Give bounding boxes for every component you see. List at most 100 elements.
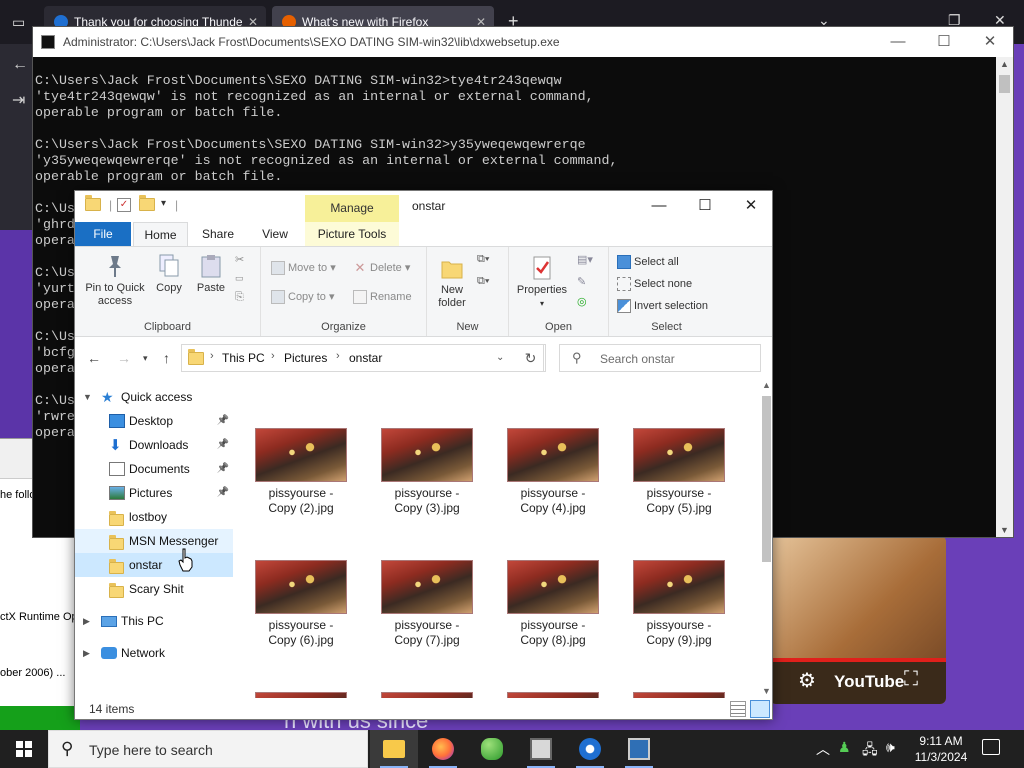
show-hidden-icons-chevron-icon[interactable]: ︿	[816, 739, 830, 759]
nav-this-pc[interactable]: ▶ This PC	[75, 609, 233, 633]
maximize-icon[interactable]: ☐	[921, 27, 967, 57]
select-all-button[interactable]: Select all	[617, 255, 679, 269]
minimize-icon[interactable]: —	[636, 191, 682, 221]
file-item[interactable]: pissyourse - Copy (6).jpg	[245, 560, 357, 648]
taskbar-search[interactable]: ⚲ Type here to search	[48, 730, 368, 768]
nav-item-onstar[interactable]: onstar	[75, 553, 233, 577]
nav-item-downloads[interactable]: ⬇ Downloads 📌	[75, 433, 233, 457]
cmd-titlebar[interactable]: Administrator: C:\Users\Jack Frost\Docum…	[33, 27, 1013, 57]
gear-icon[interactable]: ⚙	[798, 668, 816, 693]
manage-context-tab[interactable]: Manage	[305, 195, 399, 222]
rename-button[interactable]: Rename	[353, 290, 412, 304]
large-icons-view-icon[interactable]	[750, 700, 770, 718]
volume-icon[interactable]: 🕪	[886, 739, 895, 756]
network-tray-icon[interactable]: 🖧	[862, 739, 878, 763]
recent-locations-icon[interactable]: ▾	[143, 353, 148, 364]
tab-file[interactable]: File	[75, 222, 131, 246]
tab-home[interactable]: Home	[133, 222, 188, 246]
file-item[interactable]: pissyourse - Copy (8).jpg	[497, 560, 609, 648]
cut-icon[interactable]: ✂	[235, 253, 244, 266]
chevron-down-icon[interactable]: ▼	[83, 385, 92, 409]
taskbar-firefox[interactable]	[419, 730, 467, 768]
details-view-icon[interactable]	[730, 701, 746, 717]
file-item[interactable]: pissyourse - Copy (2).jpg	[245, 428, 357, 516]
cmd-scrollbar[interactable]: ▲ ▼	[996, 57, 1013, 537]
nav-network[interactable]: ▶ Network	[75, 641, 233, 665]
properties-button[interactable]: Properties ▾	[513, 255, 571, 310]
breadcrumb-onstar[interactable]: onstar	[349, 351, 382, 365]
back-arrow-icon[interactable]: ←	[12, 56, 28, 74]
nav-item-pictures[interactable]: Pictures 📌	[75, 481, 233, 505]
explorer-titlebar[interactable]: | ✓ ▾ | Manage onstar — ☐ ✕	[75, 191, 772, 222]
taskbar-setup-app[interactable]	[517, 730, 565, 768]
scrollbar-thumb[interactable]	[762, 396, 771, 562]
paste-shortcut-icon[interactable]: ⎘	[235, 291, 244, 304]
nav-item-scary-shit[interactable]: Scary Shit	[75, 577, 233, 601]
select-none-button[interactable]: Select none	[617, 277, 692, 291]
nav-item-documents[interactable]: Documents 📌	[75, 457, 233, 481]
close-icon[interactable]: ✕	[967, 27, 1013, 57]
pin-to-quick-access-button[interactable]: Pin to Quick access	[81, 253, 149, 308]
notifications-icon[interactable]	[982, 739, 1000, 755]
invert-selection-button[interactable]: Invert selection	[617, 299, 708, 313]
tab-picture-tools[interactable]: Picture Tools	[305, 222, 399, 246]
search-input[interactable]: ⚲ Search onstar	[559, 344, 761, 372]
open-icon[interactable]: ▤▾	[577, 253, 593, 266]
new-folder-qat-icon[interactable]	[139, 195, 155, 214]
tab-share[interactable]: Share	[192, 222, 244, 246]
address-dropdown-icon[interactable]: ⌄	[496, 352, 504, 363]
firefox-list-all-tabs-icon[interactable]: ▭	[12, 14, 25, 31]
file-item[interactable]: pissyourse - Copy (4).jpg	[497, 428, 609, 516]
nav-item-desktop[interactable]: Desktop 📌	[75, 409, 233, 433]
chevron-right-icon[interactable]: ›	[336, 350, 340, 362]
chevron-right-icon[interactable]: ▶	[83, 641, 90, 665]
msn-tray-icon[interactable]: ♟	[838, 739, 851, 756]
easy-access-icon[interactable]: ⧉▾	[477, 275, 489, 288]
content-scrollbar[interactable]: ▲ ▼	[759, 378, 772, 698]
start-button[interactable]	[0, 730, 48, 768]
file-item[interactable]: pissyourse - Copy (7).jpg	[371, 560, 483, 648]
file-item[interactable]: pissyourse - Copy (5).jpg	[623, 428, 735, 516]
scroll-up-icon[interactable]: ▲	[1000, 59, 1009, 69]
taskbar-cmd[interactable]	[615, 730, 663, 768]
copy-button[interactable]: Copy	[153, 253, 185, 295]
breadcrumb-this-pc[interactable]: This PC	[222, 351, 265, 365]
back-arrow-icon[interactable]: ←	[87, 350, 101, 366]
new-folder-button[interactable]: New folder	[431, 255, 473, 310]
nav-item-lostboy[interactable]: lostboy	[75, 505, 233, 529]
chevron-right-icon[interactable]: ›	[210, 350, 214, 362]
tab-view[interactable]: View	[251, 222, 299, 246]
system-clock[interactable]: 9:11 AM 11/3/2024	[910, 733, 972, 765]
forward-arrow-icon[interactable]: →	[117, 350, 131, 366]
move-to-button[interactable]: Move to ▾	[271, 261, 336, 276]
taskbar-thunderbird[interactable]	[566, 730, 614, 768]
scroll-down-icon[interactable]: ▼	[1000, 525, 1009, 535]
address-bar[interactable]: › This PC › Pictures › onstar ⌄	[181, 344, 544, 372]
scroll-up-icon[interactable]: ▲	[762, 380, 771, 390]
chevron-right-icon[interactable]: ▶	[83, 609, 90, 633]
refresh-icon[interactable]: ↻	[516, 344, 546, 372]
customize-qat-icon[interactable]: ▾	[161, 198, 166, 214]
delete-button[interactable]: ✕ Delete ▾	[353, 261, 411, 275]
minimize-icon[interactable]: —	[875, 27, 921, 57]
youtube-video-player[interactable]: ⚙ YouTube ⛶	[770, 536, 946, 704]
nav-quick-access[interactable]: ▼ ★ Quick access	[75, 385, 233, 409]
nav-item-msn-messenger[interactable]: MSN Messenger	[75, 529, 233, 553]
scrollbar-thumb[interactable]	[999, 75, 1010, 93]
youtube-logo[interactable]: YouTube	[834, 672, 904, 692]
edit-icon[interactable]: ✎	[577, 275, 586, 288]
sign-in-icon[interactable]: ⇥	[12, 90, 25, 110]
file-item[interactable]: pissyourse - Copy (3).jpg	[371, 428, 483, 516]
close-icon[interactable]: ✕	[728, 191, 772, 221]
file-item[interactable]: pissyourse - Copy (9).jpg	[623, 560, 735, 648]
chevron-right-icon[interactable]: ›	[271, 350, 275, 362]
properties-qat-icon[interactable]: ✓	[117, 198, 131, 212]
new-item-icon[interactable]: ⧉▾	[477, 253, 489, 266]
taskbar-msn-messenger[interactable]	[468, 730, 516, 768]
breadcrumb-pictures[interactable]: Pictures	[284, 351, 327, 365]
paste-button[interactable]: Paste	[193, 253, 229, 295]
up-arrow-icon[interactable]: ↑	[163, 350, 170, 366]
copy-to-button[interactable]: Copy to ▾	[271, 290, 335, 305]
history-icon[interactable]: ◎	[577, 295, 587, 308]
maximize-icon[interactable]: ☐	[682, 191, 728, 221]
